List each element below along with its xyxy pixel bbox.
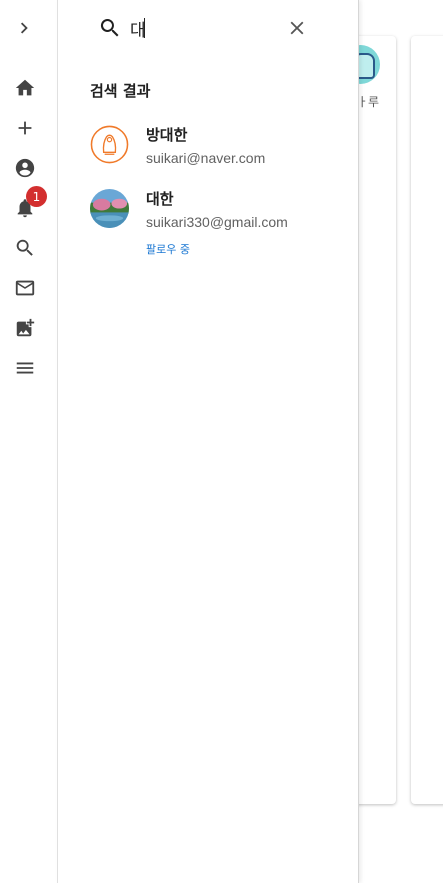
result-name: 대한 <box>146 190 174 208</box>
background-partial-text: ㅏ루 <box>357 95 380 109</box>
section-title: 검색 결과 <box>90 82 151 100</box>
avatar <box>90 189 129 228</box>
menu-icon[interactable] <box>13 356 37 380</box>
result-name: 방대한 <box>146 126 188 144</box>
follow-status: 팔로우 중 <box>146 243 190 256</box>
search-icon <box>98 16 122 40</box>
result-email: suikari@naver.com <box>146 150 266 166</box>
side-rail: 1 <box>0 0 56 883</box>
search-icon[interactable] <box>13 236 37 260</box>
background-card-2 <box>411 36 443 804</box>
home-icon[interactable] <box>13 76 37 100</box>
search-bar <box>58 0 358 56</box>
add-photo-icon[interactable] <box>13 316 37 340</box>
mail-icon[interactable] <box>13 276 37 300</box>
close-icon[interactable] <box>286 17 308 39</box>
text-caret <box>144 18 145 38</box>
add-icon[interactable] <box>13 116 37 140</box>
search-panel: 검색 결과 방대한 suikari@naver.com 대한 suik <box>57 0 359 883</box>
result-email: suikari330@gmail.com <box>146 214 288 230</box>
notification-badge: 1 <box>26 186 47 207</box>
avatar <box>90 125 129 164</box>
account-icon[interactable] <box>13 156 37 180</box>
search-result-item[interactable]: 대한 suikari330@gmail.com 팔로우 중 <box>90 189 340 256</box>
chevron-right-icon[interactable] <box>13 16 37 40</box>
search-result-item[interactable]: 방대한 suikari@naver.com <box>90 125 340 185</box>
search-input[interactable] <box>130 14 280 42</box>
